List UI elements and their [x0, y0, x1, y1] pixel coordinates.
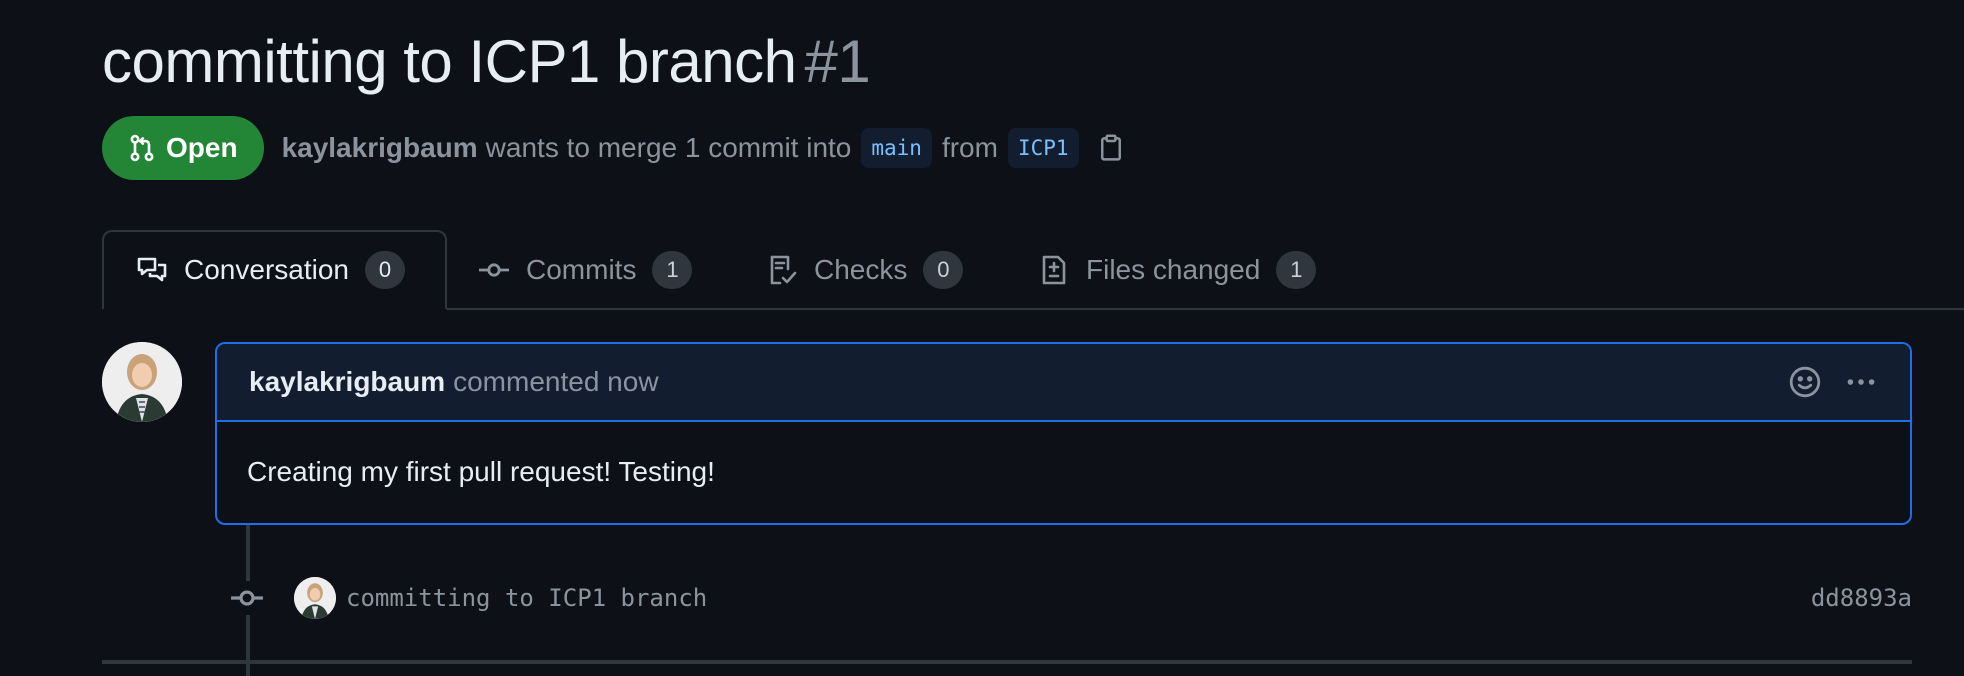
copy-icon[interactable]: [1097, 133, 1125, 163]
comment-actions: [1788, 365, 1878, 399]
divider: [102, 660, 1912, 664]
comment-body: Creating my first pull request! Testing!: [247, 456, 715, 487]
avatar-photo: [294, 577, 336, 619]
tab-checks-count: 0: [923, 251, 964, 289]
pr-number: #1: [804, 28, 871, 95]
pr-tabs: Conversation 0 Commits 1 Checks 0 Files …: [102, 230, 1964, 310]
tab-conversation-count: 0: [364, 251, 405, 289]
comment-author-link[interactable]: kaylakrigbaum: [249, 366, 445, 398]
file-diff-icon: [1042, 255, 1066, 285]
tab-checks[interactable]: Checks 0: [766, 230, 964, 310]
commit-message-link[interactable]: committing to ICP1 branch: [346, 584, 707, 612]
pr-title: committing to ICP1 branch: [102, 28, 797, 95]
page-title: committing to ICP1 branch #1: [102, 26, 871, 98]
from-text: from: [941, 132, 998, 163]
smiley-icon[interactable]: [1788, 365, 1822, 399]
tab-conversation-label: Conversation: [184, 254, 349, 285]
checklist-icon: [770, 255, 797, 285]
commit-author-avatar[interactable]: [294, 577, 336, 619]
git-commit-icon: [479, 263, 509, 277]
tab-commits-label: Commits: [526, 254, 637, 285]
tab-files-changed-label: Files changed: [1086, 254, 1261, 285]
tab-files-changed-count: 1: [1276, 251, 1317, 289]
merge-text: wants to merge 1 commit into: [485, 132, 852, 163]
comment-timestamp: commented now: [453, 366, 659, 397]
git-pull-request-icon: [130, 134, 154, 162]
comment-box: kaylakrigbaum commented now Creating my …: [215, 342, 1912, 525]
commit-row: committing to ICP1 branch dd8893a: [230, 574, 1912, 622]
tab-conversation[interactable]: Conversation 0: [102, 230, 447, 310]
tab-files-changed[interactable]: Files changed 1: [1038, 230, 1317, 310]
status-badge: Open: [102, 116, 264, 180]
comment-discussion-icon: [137, 257, 167, 282]
tab-commits-count: 1: [652, 251, 693, 289]
pr-meta: Open kaylakrigbaum wants to merge 1 comm…: [102, 116, 1125, 180]
merge-summary: kaylakrigbaum wants to merge 1 commit in…: [282, 128, 1125, 168]
avatar-photo: [102, 342, 182, 422]
kebab-horizontal-icon[interactable]: [1844, 365, 1878, 399]
tab-checks-label: Checks: [814, 254, 908, 285]
comment-header: kaylakrigbaum commented now: [217, 344, 1910, 422]
tab-commits[interactable]: Commits 1: [478, 230, 693, 310]
base-branch-link[interactable]: main: [861, 128, 932, 168]
author-link[interactable]: kaylakrigbaum: [282, 132, 478, 164]
avatar[interactable]: [102, 342, 182, 422]
status-badge-label: Open: [166, 132, 238, 163]
git-commit-icon: [230, 581, 264, 615]
head-branch-link[interactable]: ICP1: [1007, 128, 1079, 168]
commit-sha-link[interactable]: dd8893a: [1811, 584, 1912, 612]
